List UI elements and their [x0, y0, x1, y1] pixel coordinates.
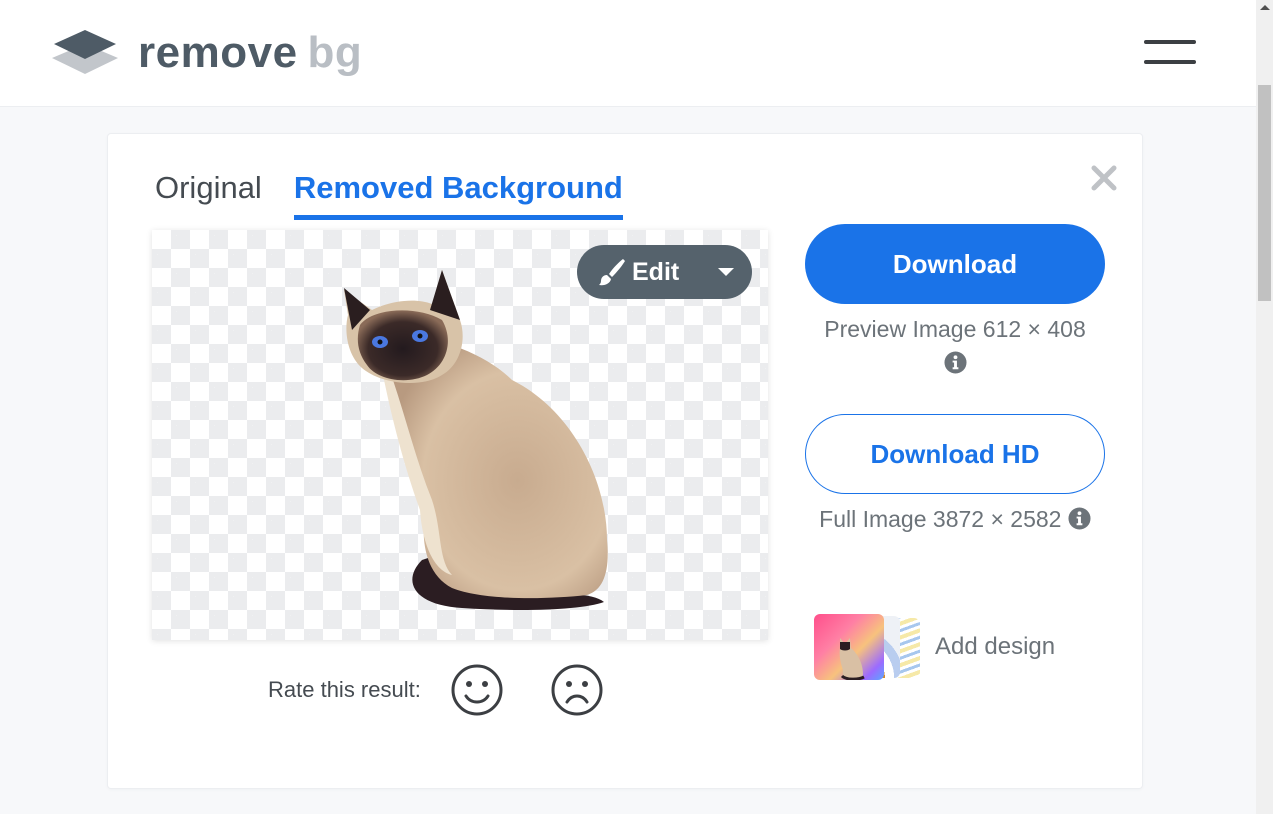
logo-link[interactable]: remove bg: [52, 30, 362, 76]
hamburger-menu-icon[interactable]: [1144, 40, 1196, 66]
info-icon[interactable]: [1068, 507, 1091, 530]
smiley-face-icon[interactable]: [451, 664, 503, 716]
design-thumbnails: [814, 612, 922, 682]
design-thumb-gradient: [814, 614, 884, 680]
sad-face-icon[interactable]: [551, 664, 603, 716]
rating-row: Rate this result:: [268, 664, 651, 716]
logo-word-remove: remove: [138, 28, 298, 77]
site-header: remove bg: [0, 0, 1256, 107]
layers-logo-icon: [52, 30, 118, 74]
edit-button-label: Edit: [632, 258, 680, 286]
scroll-up-arrow-icon[interactable]: [1260, 5, 1270, 10]
hamburger-line: [1144, 40, 1196, 44]
add-design-label: Add design: [935, 633, 1056, 660]
view-tabs: Original Removed Background: [155, 168, 655, 220]
result-card: Original Removed Background Edit Rate th…: [108, 134, 1142, 788]
cat-image: [344, 270, 608, 610]
close-icon[interactable]: [1090, 164, 1118, 192]
caret-down-icon[interactable]: [718, 268, 734, 276]
tab-original[interactable]: Original: [155, 168, 262, 220]
hamburger-line: [1144, 60, 1196, 64]
tab-removed-background[interactable]: Removed Background: [293, 168, 623, 220]
cat-thumbnail-icon: [839, 638, 865, 680]
page-scrollbar[interactable]: [1256, 0, 1273, 814]
preview-image-size: Preview Image 612 × 408: [824, 316, 1086, 342]
download-hd-button[interactable]: Download HD: [805, 414, 1105, 494]
paintbrush-icon: [599, 259, 625, 286]
logo-wordmark: remove bg: [138, 30, 362, 76]
info-icon[interactable]: [943, 351, 967, 374]
rate-label: Rate this result:: [268, 677, 421, 702]
full-image-size: Full Image 3872 × 2582: [819, 506, 1062, 532]
preview-image-caption: Preview Image 612 × 408: [805, 316, 1105, 377]
result-preview: Edit: [152, 230, 768, 640]
edit-button[interactable]: Edit: [577, 245, 752, 299]
logo-word-bg: bg: [307, 28, 363, 77]
download-button[interactable]: Download: [805, 224, 1105, 304]
full-image-caption: Full Image 3872 × 2582: [805, 506, 1105, 533]
scrollbar-thumb[interactable]: [1258, 85, 1271, 301]
add-design-button[interactable]: Add design: [814, 612, 1055, 682]
